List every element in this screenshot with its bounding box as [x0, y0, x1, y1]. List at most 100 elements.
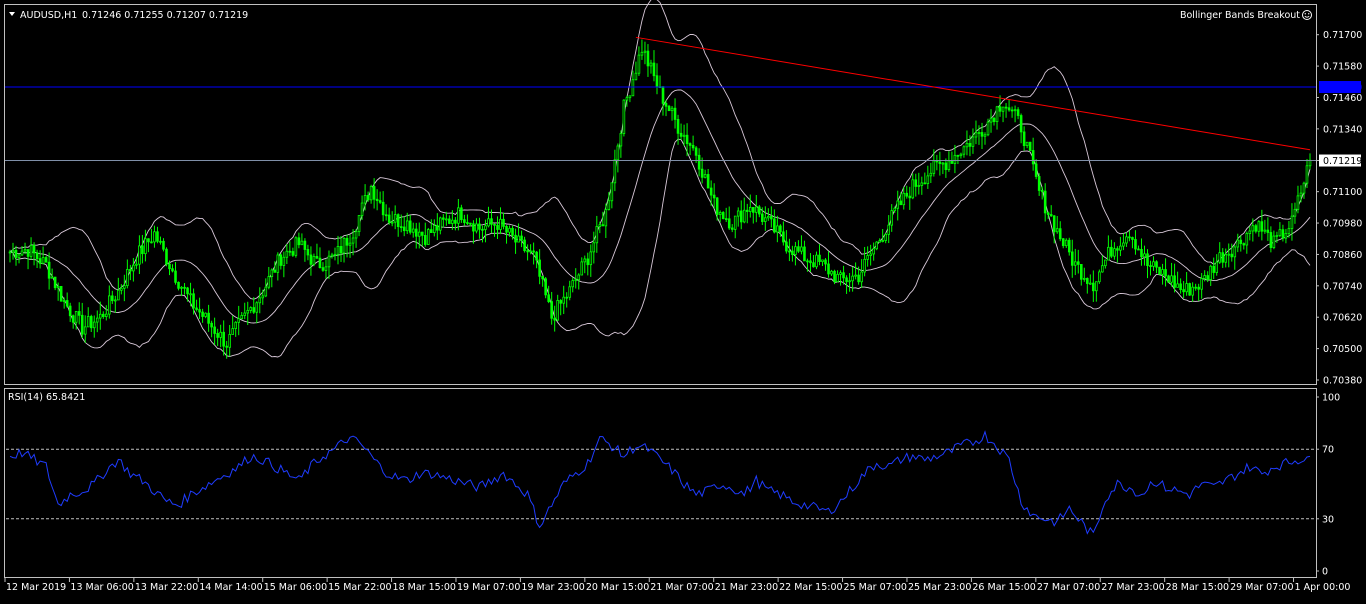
candle-body: [129, 269, 132, 272]
candle-body: [1104, 259, 1107, 267]
candle: [433, 219, 436, 237]
candle-body: [712, 194, 716, 199]
candle: [854, 262, 857, 280]
candle-body: [709, 187, 713, 196]
candle-body: [550, 301, 553, 319]
candle-body: [1302, 182, 1306, 194]
candle: [724, 207, 728, 222]
candle-body: [460, 207, 463, 221]
candle: [682, 124, 686, 147]
candle: [234, 321, 237, 337]
time-tick-label: 13 Mar 22:00: [135, 582, 198, 593]
candle-body: [1125, 236, 1128, 244]
candle-body: [613, 159, 617, 184]
candle: [348, 234, 352, 258]
candle-body: [1152, 261, 1155, 267]
candle-body: [1158, 266, 1161, 275]
candle-body: [577, 274, 581, 281]
candle-body: [815, 254, 818, 268]
candle-body: [402, 226, 406, 232]
candle-body: [1137, 248, 1140, 251]
candle-body: [794, 246, 797, 255]
candle: [98, 301, 102, 330]
candle-body: [968, 142, 972, 147]
time-tick-label: 21 Mar 23:00: [715, 582, 778, 593]
candle: [1272, 230, 1276, 250]
price-tick-label: 0.71700: [1323, 30, 1362, 41]
candle-body: [1055, 228, 1059, 233]
price-tick-label: 0.71460: [1323, 93, 1362, 104]
candle-body: [390, 221, 394, 224]
candle-body: [111, 295, 114, 302]
candle: [1191, 282, 1194, 302]
candle: [126, 259, 129, 289]
candle: [390, 211, 394, 227]
candle-body: [736, 210, 740, 217]
candle: [764, 206, 767, 231]
candle-body: [183, 286, 186, 289]
candle-body: [851, 275, 854, 282]
candle-body: [1266, 229, 1270, 233]
candle-body: [1058, 228, 1062, 240]
candle: [303, 238, 307, 262]
candle: [1010, 106, 1014, 118]
candle: [423, 222, 427, 247]
candle-body: [219, 331, 222, 338]
candle: [1028, 141, 1032, 152]
candle: [697, 148, 701, 177]
lower-band-line: [9, 138, 1311, 358]
candle: [484, 219, 487, 243]
candle-body: [1028, 141, 1032, 151]
candle: [776, 215, 779, 243]
price-tick-label: 0.70740: [1323, 281, 1362, 292]
candle: [881, 229, 884, 243]
candle-body: [1149, 265, 1152, 267]
candle-body: [126, 269, 129, 287]
time-tick-label: 12 Mar 2019: [6, 582, 66, 593]
candle-body: [517, 235, 520, 243]
candle-body: [556, 300, 559, 321]
candle-body: [622, 99, 626, 134]
candle-body: [369, 186, 373, 201]
candle-body: [1040, 190, 1044, 192]
candle: [291, 247, 295, 257]
candle-body: [26, 249, 30, 257]
candle-body: [41, 257, 45, 264]
candle-body: [246, 310, 250, 314]
candle: [995, 105, 999, 130]
candle: [1278, 222, 1282, 238]
candle-body: [806, 260, 809, 263]
candle-body: [956, 154, 960, 157]
time-tick-label: 28 Mar 15:00: [1166, 582, 1229, 593]
candle: [989, 109, 993, 133]
candle-body: [342, 237, 346, 254]
candle-body: [797, 246, 800, 252]
candle-body: [1296, 195, 1300, 210]
candle: [920, 176, 924, 195]
candle: [959, 152, 963, 159]
smiley-face-icon[interactable]: [1302, 10, 1312, 20]
candle-body: [995, 106, 999, 123]
candle: [252, 297, 256, 314]
candle: [1224, 248, 1228, 268]
candle: [950, 151, 954, 164]
candle-body: [366, 195, 370, 201]
candle: [1101, 255, 1104, 273]
candle-body: [682, 134, 686, 137]
candle: [1140, 238, 1143, 266]
candle-body: [330, 254, 334, 257]
candle: [1116, 246, 1119, 263]
candle: [1200, 273, 1203, 299]
candle: [288, 241, 292, 257]
candle: [1188, 282, 1191, 296]
candle-body: [908, 195, 912, 199]
candle-body: [929, 172, 933, 177]
candle: [141, 234, 144, 264]
candle: [1122, 233, 1125, 251]
candle: [517, 223, 520, 243]
candle: [812, 255, 815, 268]
expert-name: Bollinger Bands Breakout: [1180, 10, 1300, 21]
chart-menu-triangle-icon[interactable]: [9, 12, 15, 16]
price-tick-label: 0.71100: [1323, 187, 1362, 198]
candle-body: [487, 218, 490, 227]
